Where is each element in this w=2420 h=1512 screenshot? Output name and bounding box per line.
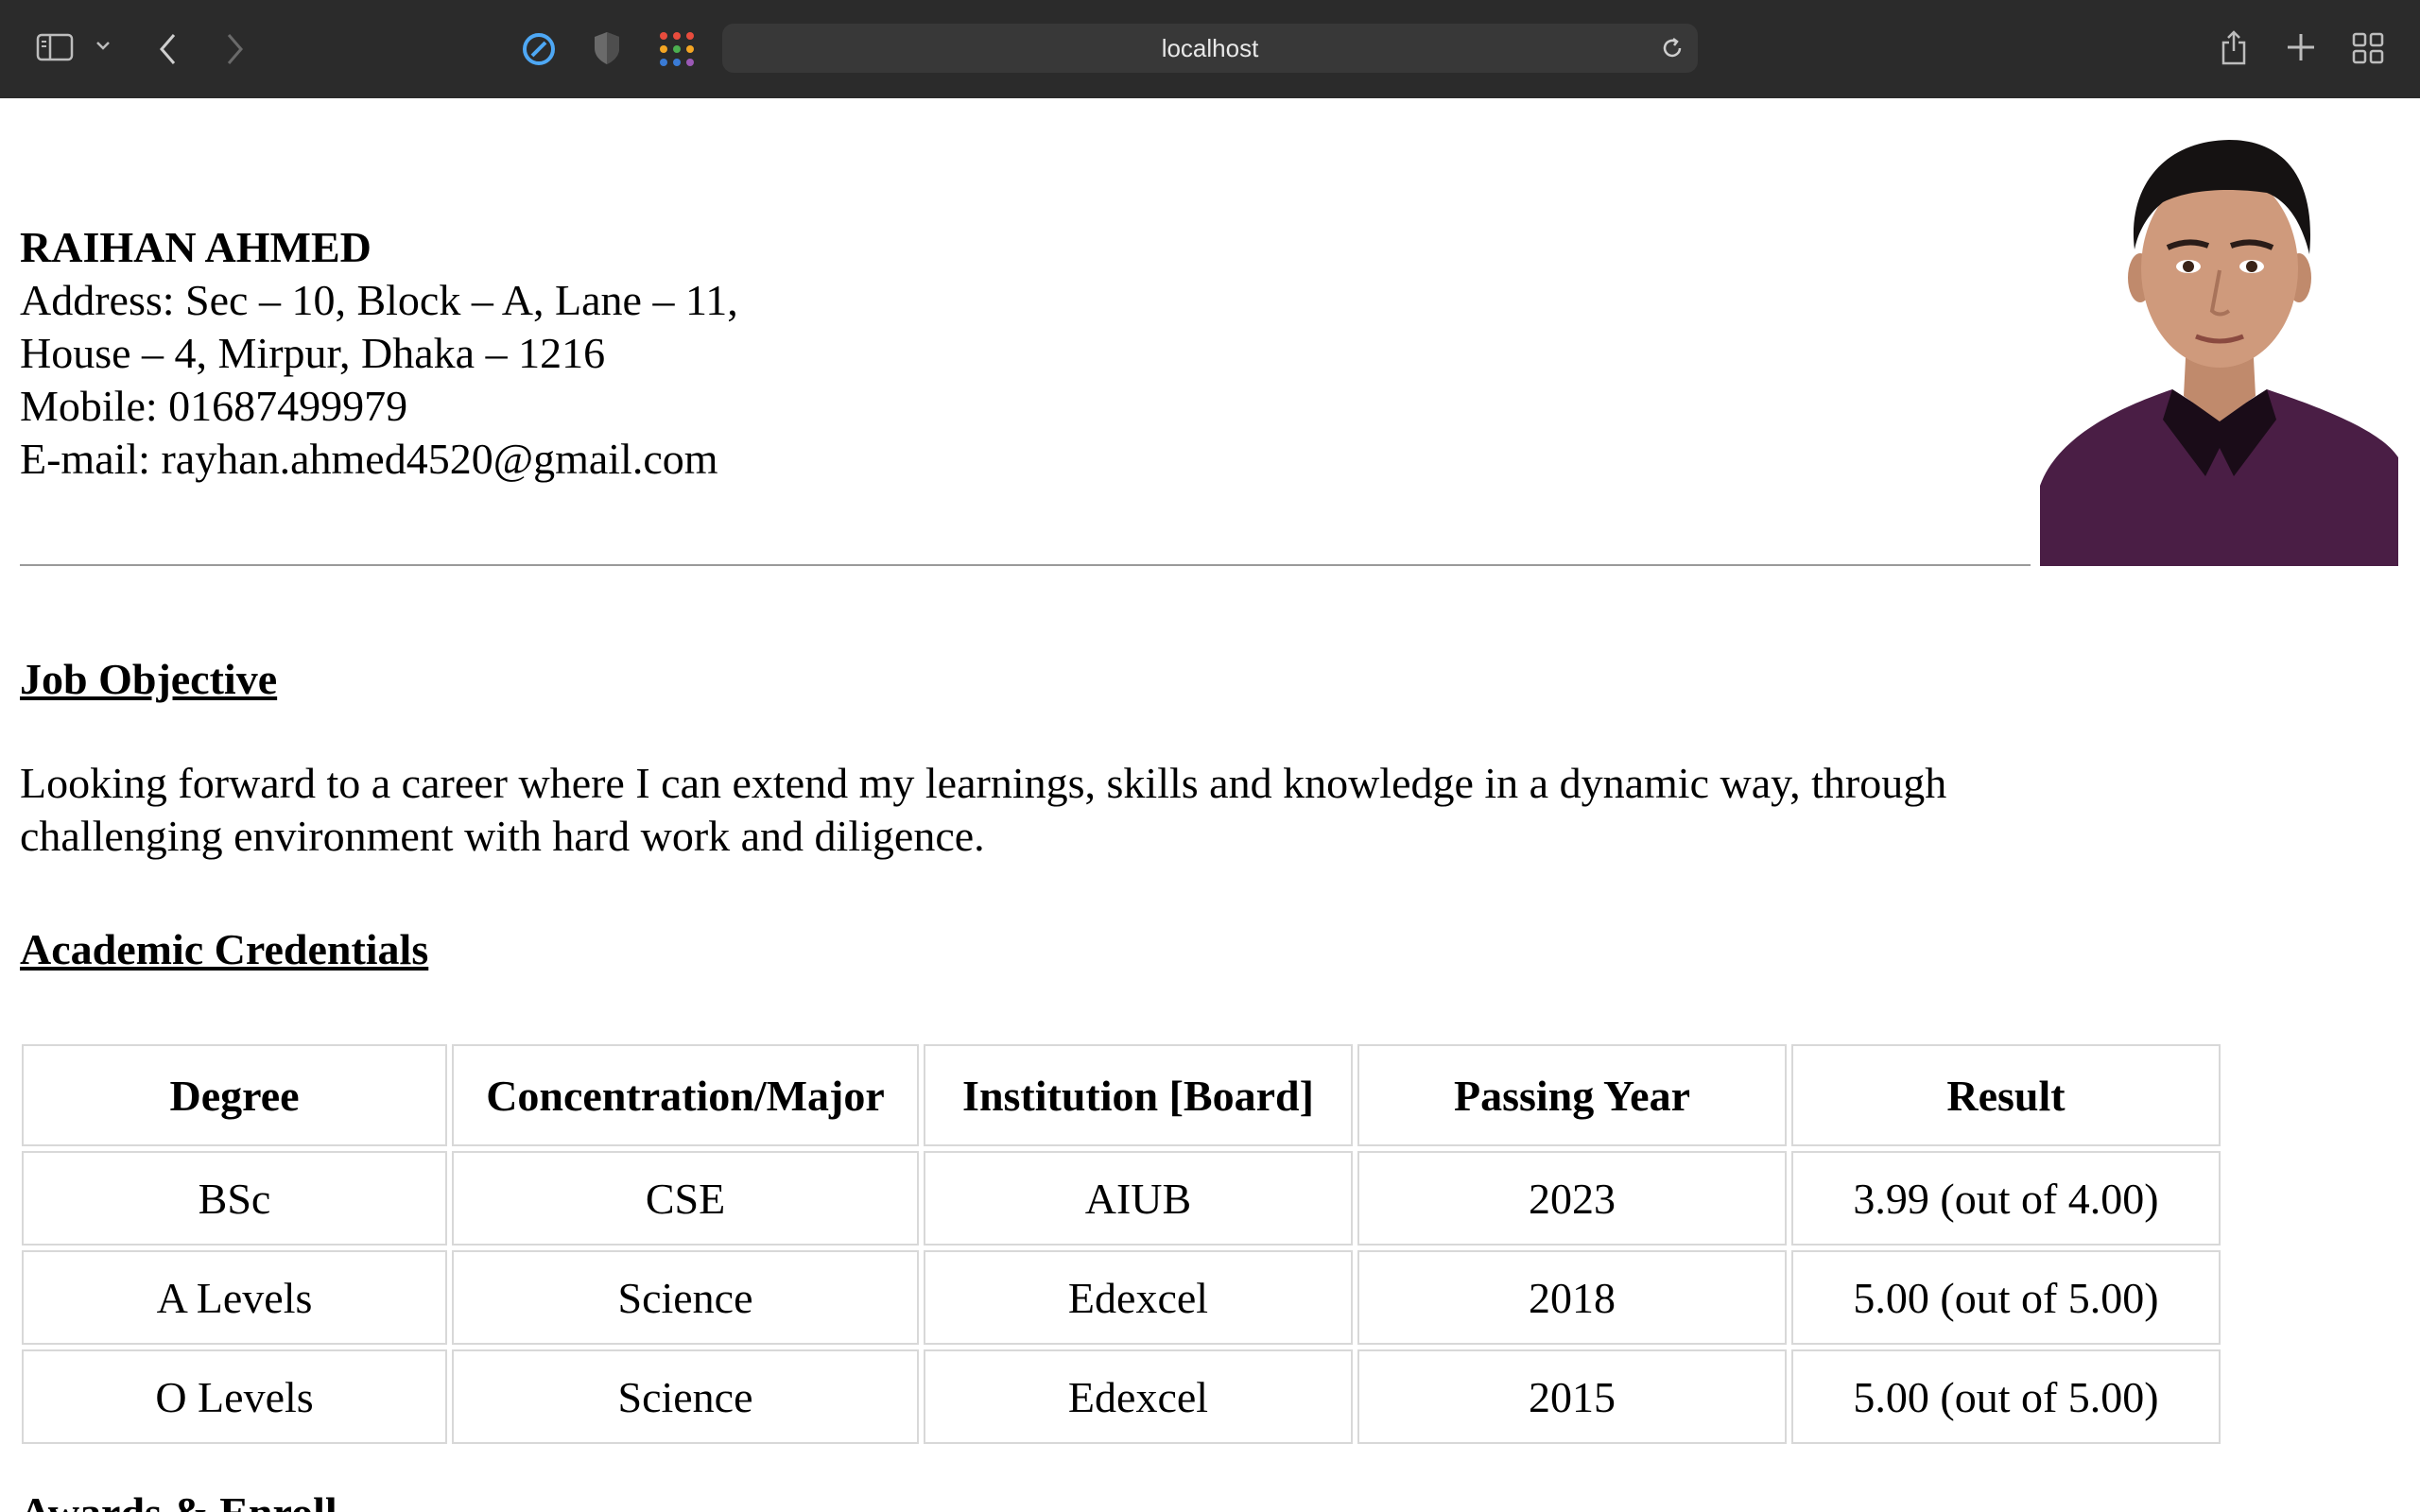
compass-extension-icon[interactable] [522,32,556,66]
url-text: localhost [1161,34,1259,62]
job-objective-heading: Job Objective [20,655,278,703]
header-passing-year: Passing Year [1357,1044,1787,1146]
header-major: Concentration/Major [452,1044,919,1146]
header-degree: Degree [22,1044,447,1146]
applicant-name: RAIHAN AHMED [20,223,372,271]
shield-icon[interactable] [592,30,622,66]
table-row: BSc CSE AIUB 2023 3.99 (out of 4.00) [22,1151,2221,1246]
apps-grid-icon[interactable] [658,30,696,68]
academic-credentials-heading: Academic Credentials [20,925,429,973]
cell-institution: Edexcel [924,1250,1353,1345]
browser-toolbar: localhost [0,0,2420,99]
table-header-row: Degree Concentration/Major Institution [… [22,1044,2221,1146]
cell-degree: BSc [22,1151,447,1246]
profile-photo [2040,136,2398,566]
job-objective-text: Looking forward to a career where I can … [20,757,2100,863]
cell-institution: AIUB [924,1151,1353,1246]
share-icon[interactable] [2220,28,2248,66]
table-row: A Levels Science Edexcel 2018 5.00 (out … [22,1250,2221,1345]
forward-icon[interactable] [223,32,246,66]
cell-major: Science [452,1349,919,1444]
table-row: O Levels Science Edexcel 2015 5.00 (out … [22,1349,2221,1444]
cell-degree: A Levels [22,1250,447,1345]
cell-result: 3.99 (out of 4.00) [1791,1151,2221,1246]
resume-page: RAIHAN AHMED Address: Sec – 10, Block – … [0,98,2420,1512]
cell-year: 2015 [1357,1349,1787,1444]
academic-table: Degree Concentration/Major Institution [… [17,1040,2225,1449]
back-icon[interactable] [157,32,180,66]
cell-institution: Edexcel [924,1349,1353,1444]
job-objective-line-2: challenging environment with hard work a… [20,812,985,860]
cell-result: 5.00 (out of 5.00) [1791,1349,2221,1444]
address-line-1: Address: Sec – 10, Block – A, Lane – 11, [20,276,738,324]
chevron-down-icon[interactable] [95,40,111,51]
address-line-2: House – 4, Mirpur, Dhaka – 1216 [20,329,606,377]
new-tab-icon[interactable] [2286,32,2316,62]
sidebar-toggle-icon[interactable] [36,32,74,62]
header-result: Result [1791,1044,2221,1146]
tab-overview-icon[interactable] [2352,32,2384,64]
cell-major: Science [452,1250,919,1345]
contact-block: RAIHAN AHMED Address: Sec – 10, Block – … [20,221,738,486]
cell-result: 5.00 (out of 5.00) [1791,1250,2221,1345]
cell-major: CSE [452,1151,919,1246]
job-objective-line-1: Looking forward to a career where I can … [20,759,1947,807]
header-divider [20,564,2031,566]
cell-year: 2023 [1357,1151,1787,1246]
reload-icon[interactable] [1660,36,1685,60]
header-institution: Institution [Board] [924,1044,1353,1146]
cell-degree: O Levels [22,1349,447,1444]
cell-year: 2018 [1357,1250,1787,1345]
email-address: E-mail: rayhan.ahmed4520@gmail.com [20,435,718,483]
mobile-number: Mobile: 01687499979 [20,382,408,430]
awards-heading: Awards & Enroll [20,1487,337,1512]
address-bar[interactable]: localhost [722,24,1698,73]
